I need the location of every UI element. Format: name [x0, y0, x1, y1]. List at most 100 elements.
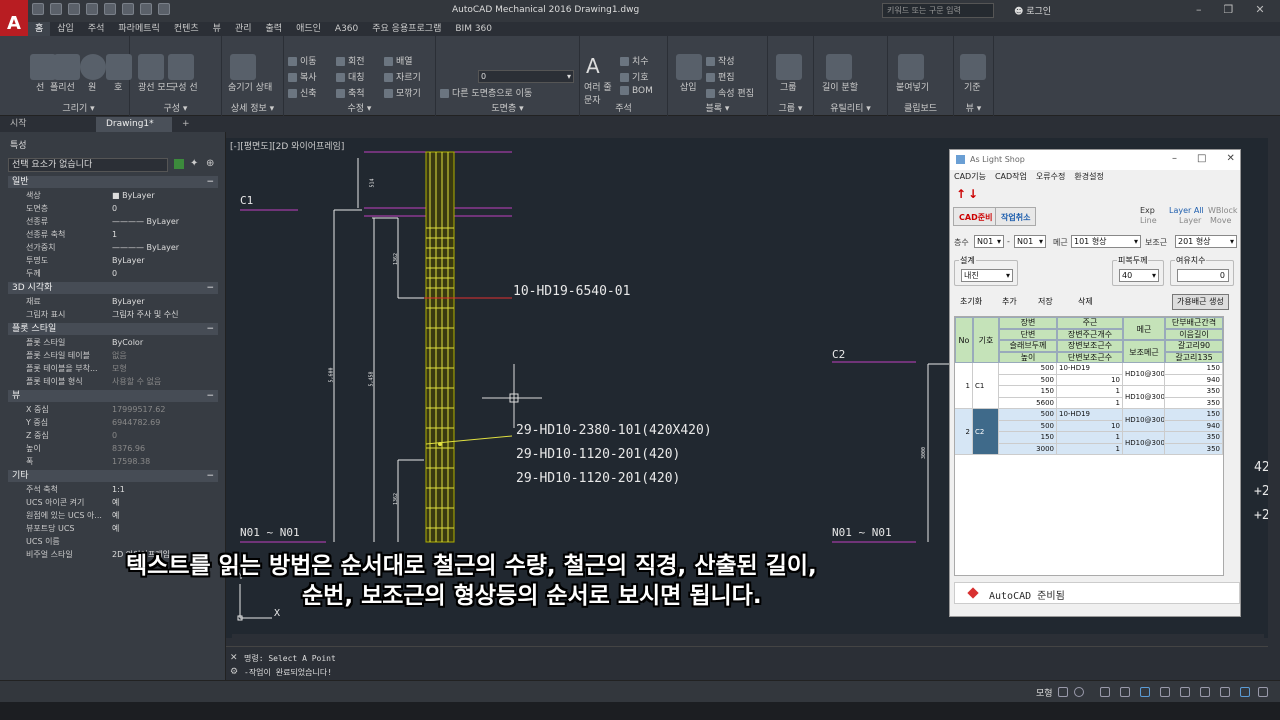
- selection-dropdown[interactable]: 선택 요소가 없습니다: [8, 158, 168, 172]
- layer-all-button[interactable]: Layer All: [1169, 206, 1204, 215]
- props-section-header[interactable]: 일반 −: [8, 176, 218, 188]
- property-row[interactable]: 두께 0: [8, 267, 218, 280]
- insert-block-icon[interactable]: [676, 54, 702, 80]
- property-row[interactable]: Z 중심 0: [8, 429, 218, 442]
- rebar-data-grid[interactable]: No 기호 장변 단변 슬래브두께 높이 주근 장변주근개수 장변보조근수 단변보조근수 단부배근간…: [954, 316, 1224, 576]
- lineweight-icon[interactable]: [1160, 687, 1170, 697]
- workspace-icon[interactable]: [158, 3, 170, 15]
- grid-cell-dimension[interactable]: 150: [999, 386, 1057, 398]
- props-section-header[interactable]: 뷰 −: [8, 390, 218, 402]
- isolate-icon[interactable]: [1220, 687, 1230, 697]
- property-row[interactable]: 플롯 테이블을 부착... 모형: [8, 362, 218, 375]
- generate-rebar-button[interactable]: 가용배근 생성: [1172, 294, 1229, 310]
- grid-cell-tie[interactable]: HD10@300: [1123, 432, 1165, 455]
- props-section-header[interactable]: 3D 시각화 −: [8, 282, 218, 294]
- collapse-icon[interactable]: −: [206, 470, 214, 482]
- ortho-icon[interactable]: [1100, 687, 1110, 697]
- plugin-minimize-icon[interactable]: –: [1172, 153, 1177, 164]
- snap-icon[interactable]: [1074, 687, 1084, 697]
- tab-view[interactable]: 뷰: [206, 22, 228, 36]
- grid-cell-main-bar[interactable]: 1: [1057, 386, 1123, 398]
- property-row[interactable]: 그림자 표시 그림자 주사 및 수신: [8, 308, 218, 321]
- select-objects-icon[interactable]: ✦: [190, 158, 198, 169]
- base-view-icon[interactable]: [960, 54, 986, 80]
- fillet-button[interactable]: 모깎기: [384, 86, 421, 99]
- arc-icon[interactable]: [106, 54, 132, 80]
- ray-mode-icon[interactable]: [138, 54, 164, 80]
- array-button[interactable]: 배열: [384, 54, 413, 67]
- dimension-button[interactable]: 치수: [620, 54, 649, 67]
- floor-to-dropdown[interactable]: N01: [1014, 235, 1046, 248]
- save-button[interactable]: 저장: [1032, 293, 1059, 311]
- new-tab-icon[interactable]: +: [172, 117, 200, 132]
- search-input[interactable]: 키워드 또는 구문 입력: [882, 3, 994, 18]
- grid-cell-tie[interactable]: HD10@300: [1123, 363, 1165, 386]
- edit-block-button[interactable]: 편집: [706, 70, 735, 83]
- tab-parametric[interactable]: 파라메트릭: [111, 22, 166, 36]
- divide-length-icon[interactable]: [826, 54, 852, 80]
- close-command-icon[interactable]: ✕: [230, 653, 238, 663]
- grid-cell-dimension[interactable]: 500: [999, 374, 1057, 386]
- polyline-icon[interactable]: [54, 54, 80, 80]
- property-row[interactable]: X 중심 17999517.62: [8, 403, 218, 416]
- property-row[interactable]: 높이 8376.96: [8, 442, 218, 455]
- vertical-scrollbar[interactable]: [1268, 150, 1280, 638]
- exp-button[interactable]: Exp: [1140, 206, 1155, 215]
- osnap-icon[interactable]: [1140, 687, 1150, 697]
- grid-cell-dimension[interactable]: 3000: [999, 443, 1057, 455]
- props-section-header[interactable]: 플롯 스타일 −: [8, 323, 218, 335]
- property-row[interactable]: 도면층 0: [8, 202, 218, 215]
- grid-icon[interactable]: [1058, 687, 1068, 697]
- grid-cell-dimension[interactable]: 500: [999, 409, 1057, 421]
- new-icon[interactable]: [32, 3, 44, 15]
- bom-button[interactable]: BOM: [620, 86, 653, 96]
- tab-insert[interactable]: 삽입: [50, 22, 81, 36]
- undo-icon[interactable]: [122, 3, 134, 15]
- tab-content[interactable]: 컨텐츠: [167, 22, 206, 36]
- grid-cell-main-bar[interactable]: 10-HD19: [1057, 409, 1123, 421]
- property-row[interactable]: 플롯 스타일 테이블 없음: [8, 349, 218, 362]
- grid-cell-main-bar[interactable]: 10: [1057, 374, 1123, 386]
- collapse-icon[interactable]: −: [206, 390, 214, 402]
- file-tab-drawing1[interactable]: Drawing1*: [96, 117, 172, 132]
- grid-cell-dimension[interactable]: 500: [999, 420, 1057, 432]
- move-button[interactable]: Move: [1210, 216, 1231, 225]
- construction-line-icon[interactable]: [168, 54, 194, 80]
- reset-button[interactable]: 초기화: [954, 293, 988, 311]
- save-as-icon[interactable]: [86, 3, 98, 15]
- grid-cell-spacing[interactable]: 150: [1165, 409, 1223, 421]
- file-tab-start[interactable]: 시작: [0, 117, 96, 132]
- add-button[interactable]: 추가: [996, 293, 1023, 311]
- edit-attribute-button[interactable]: 속성 편집: [706, 86, 754, 99]
- move-button[interactable]: 이동: [288, 54, 317, 67]
- grid-cell-symbol[interactable]: C2: [973, 409, 999, 455]
- property-row[interactable]: 재료 ByLayer: [8, 295, 218, 308]
- cad-prep-tab[interactable]: CAD준비: [953, 207, 999, 226]
- tab-a360[interactable]: A360: [328, 22, 365, 36]
- tab-addins[interactable]: 애드인: [289, 22, 328, 36]
- menu-error-fix[interactable]: 오류수정: [1036, 171, 1065, 182]
- collapse-icon[interactable]: −: [206, 282, 214, 294]
- grid-cell-tie[interactable]: HD10@300: [1123, 386, 1165, 409]
- line-button[interactable]: Line: [1140, 216, 1157, 225]
- property-row[interactable]: 선종류 축척 1: [8, 228, 218, 241]
- mirror-button[interactable]: 대칭: [336, 70, 365, 83]
- grid-cell-spacing[interactable]: 350: [1165, 397, 1223, 409]
- move-to-layer-button[interactable]: 다른 도면층으로 이동: [440, 86, 532, 99]
- tab-home[interactable]: 홈: [28, 22, 51, 36]
- horizontal-scrollbar[interactable]: [232, 634, 1264, 644]
- line-icon[interactable]: [30, 54, 56, 80]
- customization-icon[interactable]: [1258, 687, 1268, 697]
- property-row[interactable]: 선종류 ———— ByLayer: [8, 215, 218, 228]
- menu-cad-work[interactable]: CAD작업: [995, 171, 1027, 182]
- copy-button[interactable]: 복사: [288, 70, 317, 83]
- grid-cell-dimension[interactable]: 150: [999, 432, 1057, 444]
- delete-button[interactable]: 삭제: [1072, 293, 1099, 311]
- collapse-icon[interactable]: −: [206, 176, 214, 188]
- login-button[interactable]: ☻ 로그인: [1014, 4, 1051, 17]
- polar-icon[interactable]: [1120, 687, 1130, 697]
- quick-select-icon[interactable]: [174, 159, 184, 169]
- down-arrow-icon[interactable]: ↓: [968, 187, 978, 201]
- menu-cad-function[interactable]: CAD기능: [954, 171, 986, 182]
- property-row[interactable]: 원점에 있는 UCS 아... 예: [8, 509, 218, 522]
